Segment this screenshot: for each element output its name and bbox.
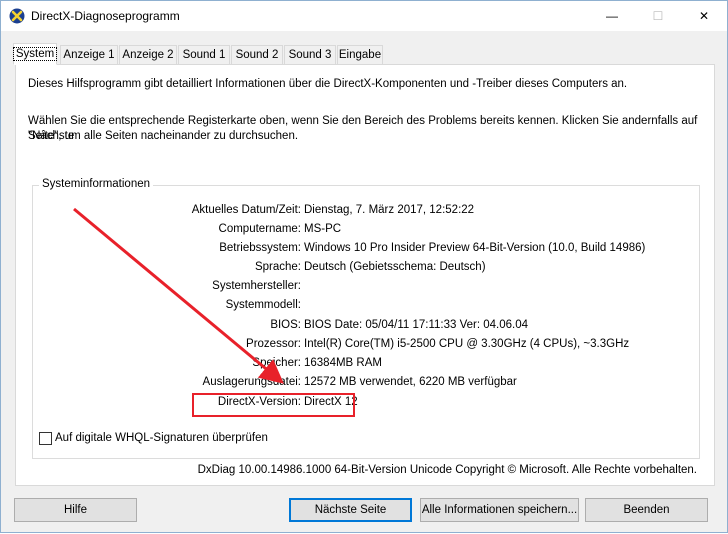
intro-text: Dieses Hilfsprogramm gibt detailliert In…	[28, 78, 628, 90]
info-row-pagefile: Auslagerungsdatei: 12572 MB verwendet, 6…	[33, 376, 693, 391]
tab-sound-3[interactable]: Sound 3	[284, 45, 336, 64]
info-row-os: Betriebssystem: Windows 10 Pro Insider P…	[33, 242, 693, 257]
info-row-memory: Speicher: 16384MB RAM	[33, 357, 693, 372]
info-label: Auslagerungsdatei:	[202, 376, 301, 388]
minimize-button[interactable]: —	[589, 1, 635, 31]
tab-anzeige-1[interactable]: Anzeige 1	[60, 45, 118, 64]
info-value: BIOS Date: 05/04/11 17:11:33 Ver: 04.06.…	[304, 319, 528, 331]
maximize-button: ☐	[635, 1, 681, 31]
info-label: Computername:	[218, 223, 301, 235]
close-icon: ✕	[698, 9, 710, 23]
tab-anzeige-2[interactable]: Anzeige 2	[119, 45, 177, 64]
info-label: Speicher:	[252, 357, 301, 369]
info-label: Betriebssystem:	[219, 242, 301, 254]
info-value: Deutsch (Gebietsschema: Deutsch)	[304, 261, 486, 273]
info-value: Dienstag, 7. März 2017, 12:52:22	[304, 204, 475, 216]
tab-panel-system: Dieses Hilfsprogramm gibt detailliert In…	[15, 64, 715, 486]
info-label: Sprache:	[254, 261, 301, 273]
help-button[interactable]: Hilfe	[14, 498, 137, 522]
info-label: Aktuelles Datum/Zeit:	[191, 204, 301, 216]
info-row-processor: Prozessor: Intel(R) Core(TM) i5-2500 CPU…	[33, 338, 693, 353]
info-label: Systemmodell:	[225, 299, 301, 311]
save-all-info-button[interactable]: Alle Informationen speichern...	[420, 498, 579, 522]
tab-eingabe[interactable]: Eingabe	[337, 45, 383, 64]
exit-button[interactable]: Beenden	[585, 498, 708, 522]
info-value: Windows 10 Pro Insider Preview 64-Bit-Ve…	[304, 242, 646, 254]
info-value: MS-PC	[304, 223, 342, 235]
info-row-datetime: Aktuelles Datum/Zeit: Dienstag, 7. März …	[33, 204, 693, 219]
info-row-language: Sprache: Deutsch (Gebietsschema: Deutsch…	[33, 261, 693, 276]
instruction-text-line-2: Seite", um alle Seiten nacheinander zu d…	[28, 130, 299, 142]
info-label: BIOS:	[270, 319, 301, 331]
whql-checkbox-row[interactable]: Auf digitale WHQL-Signaturen überprüfen	[39, 431, 268, 445]
maximize-icon: ☐	[652, 9, 664, 23]
info-row-computername: Computername: MS-PC	[33, 223, 693, 238]
directx-icon	[9, 8, 25, 24]
info-value: 12572 MB verwendet, 6220 MB verfügbar	[304, 376, 517, 388]
info-label: Systemhersteller:	[212, 280, 301, 292]
dxdiag-window: DirectX-Diagnoseprogramm — ☐ ✕ System An…	[0, 0, 728, 533]
directx-version-highlight-box	[192, 393, 355, 417]
next-page-button[interactable]: Nächste Seite	[289, 498, 412, 522]
tab-sound-2[interactable]: Sound 2	[231, 45, 283, 64]
tab-sound-1[interactable]: Sound 1	[178, 45, 230, 64]
whql-checkbox[interactable]	[39, 431, 52, 445]
window-title: DirectX-Diagnoseprogramm	[31, 9, 180, 23]
system-info-group: Systeminformationen Aktuelles Datum/Zeit…	[32, 178, 700, 459]
group-title: Systeminformationen	[39, 178, 154, 190]
info-label: Prozessor:	[246, 338, 301, 350]
info-value: Intel(R) Core(TM) i5-2500 CPU @ 3.30GHz …	[304, 338, 630, 350]
info-row-bios: BIOS: BIOS Date: 05/04/11 17:11:33 Ver: …	[33, 319, 693, 334]
info-value: 16384MB RAM	[304, 357, 382, 369]
tab-system[interactable]: System	[12, 43, 58, 65]
info-row-model: Systemmodell:	[33, 299, 693, 314]
title-bar[interactable]: DirectX-Diagnoseprogramm — ☐ ✕	[1, 1, 727, 31]
info-row-manufacturer: Systemhersteller:	[33, 280, 693, 295]
close-button[interactable]: ✕	[681, 1, 727, 31]
info-row-directx-version: DirectX-Version: DirectX 12	[33, 396, 693, 411]
version-copyright-text: DxDiag 10.00.14986.1000 64-Bit-Version U…	[197, 464, 697, 476]
whql-checkbox-label[interactable]: Auf digitale WHQL-Signaturen überprüfen	[55, 432, 268, 444]
minimize-icon: —	[606, 9, 618, 23]
